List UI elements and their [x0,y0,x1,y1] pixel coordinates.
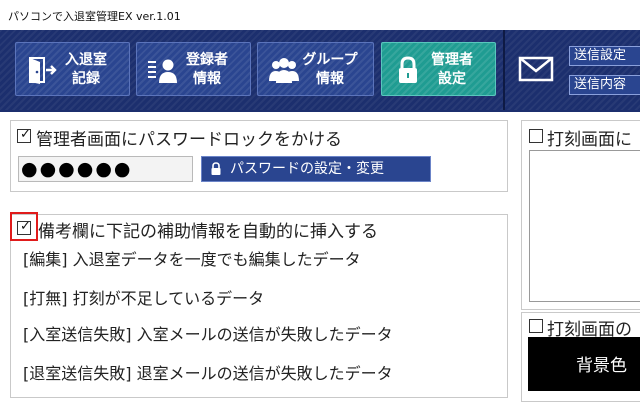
remarks-item-entry-send-fail: [入室送信失敗] 入室メールの送信が失敗したデータ [23,325,393,344]
title-bar: パソコンで入退室管理EX ver.1.01 [0,0,640,30]
admin-settings-line1: 管理者 [431,52,473,68]
stamp-screen-preview [529,150,640,302]
highlight-box [10,212,38,241]
registrant-info-button[interactable]: 登録者 情報 [136,42,251,96]
attendance-record-line2: 記録 [72,71,100,87]
attendance-record-line1: 入退室 [65,52,107,68]
toolbar-separator [503,30,505,110]
mail-icon [518,56,554,82]
password-set-button-label: パスワードの設定・変更 [230,161,384,177]
attendance-record-button[interactable]: 入退室 記録 [15,42,130,96]
admin-settings-button[interactable]: 管理者 設定 [381,42,496,96]
password-lock-label: 管理者画面にパスワードロックをかける [36,130,342,150]
registrant-info-line1: 登録者 [186,52,228,68]
background-color-button[interactable]: 背景色 [528,337,640,391]
lock-icon [211,162,221,175]
background-color-label: 背景色 [576,356,627,376]
remarks-insert-label: 備考欄に下記の補助情報を自動的に挿入する [38,222,378,242]
send-settings-button[interactable]: 送信設定 [569,46,640,66]
group-info-line2: 情報 [316,71,344,87]
remarks-item-edit: [編集] 入退室データを一度でも編集したデータ [23,250,361,269]
password-set-button[interactable]: パスワードの設定・変更 [201,156,431,182]
admin-settings-line2: 設定 [438,71,466,87]
send-content-button[interactable]: 送信内容 [569,75,640,95]
group-info-line1: グループ [302,52,358,68]
stamp-screen-label: 打刻画面に [547,130,632,150]
group-info-button[interactable]: グループ 情報 [257,42,374,96]
remarks-item-exit-send-fail: [退室送信失敗] 退室メールの送信が失敗したデータ [23,364,393,383]
password-lock-checkbox[interactable]: ✓ [17,127,31,143]
window-title: パソコンで入退室管理EX ver.1.01 [8,10,181,23]
toolbar-bottom-band [0,110,640,112]
password-field[interactable]: ●●●●●● [18,156,193,182]
registrant-info-line2: 情報 [193,71,221,87]
stamp-screen-checkbox[interactable] [529,129,543,143]
remarks-item-missing-stamp: [打無] 打刻が不足しているデータ [23,289,265,308]
checkmark-icon: ✓ [20,127,31,142]
stamp-screen-color-checkbox[interactable] [529,319,543,333]
